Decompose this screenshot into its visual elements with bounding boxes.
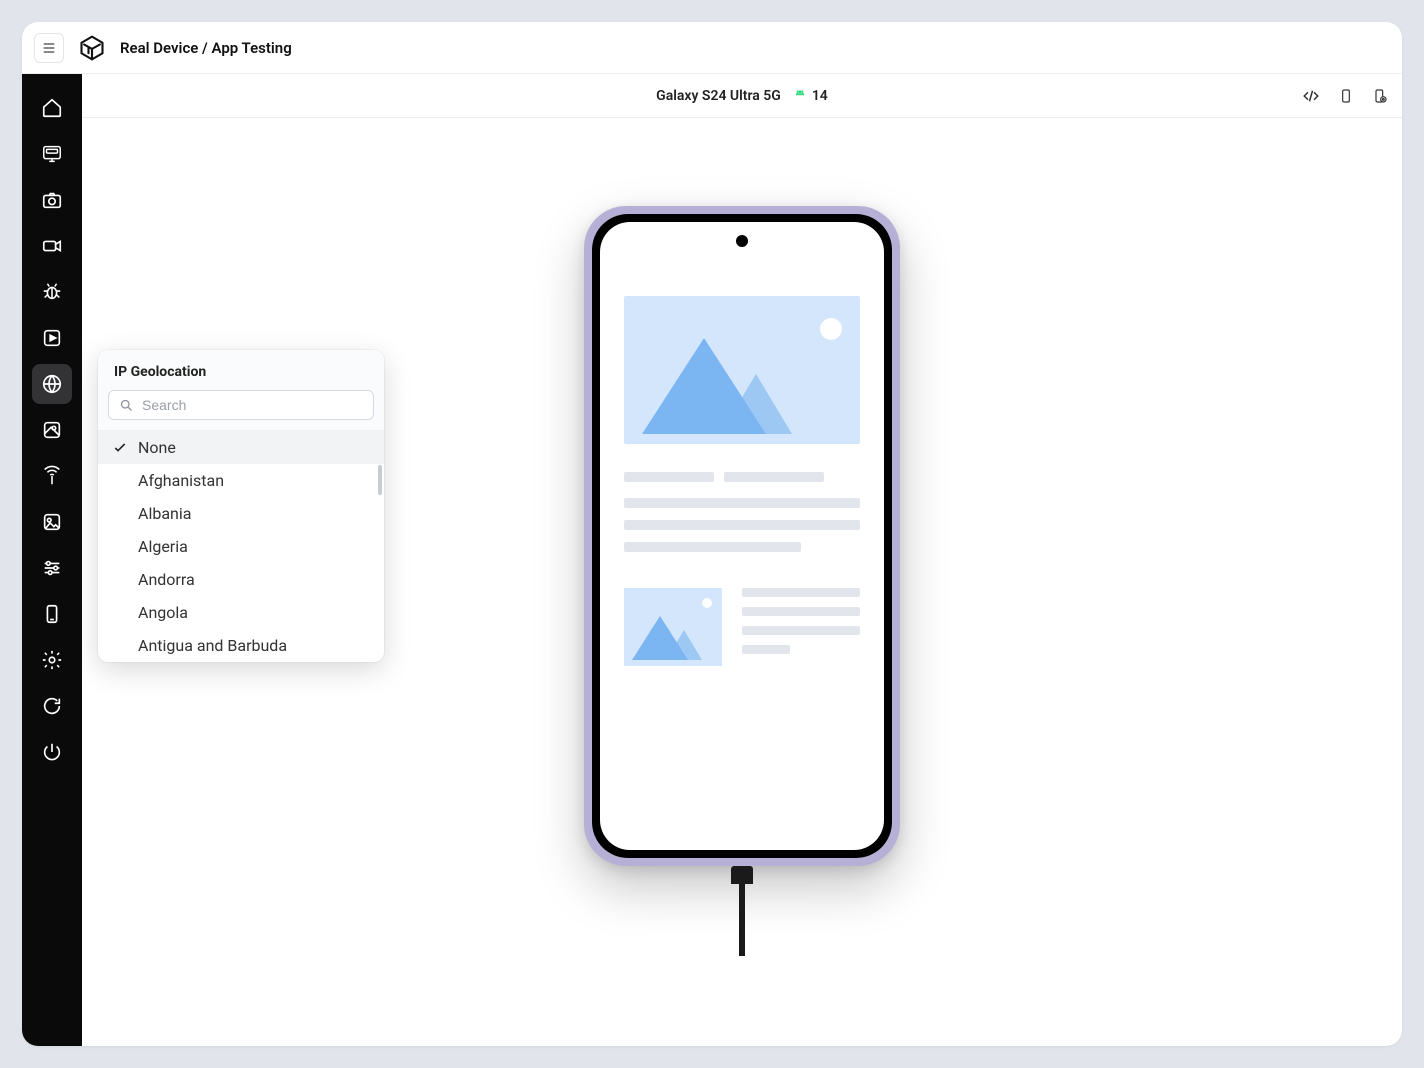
- logo-icon: [78, 34, 106, 62]
- code-icon: [1302, 87, 1320, 105]
- device-bar: Galaxy S24 Ultra 5G 14: [82, 74, 1402, 118]
- refresh-icon: [41, 695, 63, 717]
- antenna-icon: [41, 465, 63, 487]
- popup-item-none[interactable]: None: [98, 431, 384, 464]
- sidebar-item-refresh[interactable]: [32, 686, 72, 726]
- popup-item-label: None: [138, 438, 176, 457]
- popup-item-label: Afghanistan: [138, 471, 224, 490]
- search-field[interactable]: [108, 390, 374, 420]
- video-icon: [41, 235, 63, 257]
- placeholder-row: [624, 588, 860, 666]
- ip-geolocation-panel: IP Geolocation None: [98, 350, 384, 662]
- popup-list[interactable]: None Afghanistan Albania Algeria: [98, 431, 384, 662]
- popup-title: IP Geolocation: [98, 350, 384, 390]
- sidebar-item-phone[interactable]: [32, 594, 72, 634]
- power-icon: [41, 741, 63, 763]
- sidebar-item-settings[interactable]: [32, 640, 72, 680]
- popup-scrollbar[interactable]: [378, 465, 382, 495]
- device-settings-button[interactable]: [1372, 87, 1388, 105]
- sidebar-item-globe[interactable]: [32, 364, 72, 404]
- device-icon: [1338, 87, 1354, 105]
- camera-notch: [736, 235, 748, 247]
- device-mock: [584, 206, 900, 866]
- popup-item-label: Andorra: [138, 570, 195, 589]
- popup-item-albania[interactable]: Albania: [98, 497, 384, 530]
- camera-icon: [41, 189, 63, 211]
- sidebar-item-map[interactable]: [32, 410, 72, 450]
- sidebar-item-play[interactable]: [32, 318, 72, 358]
- popup-item-label: Angola: [138, 603, 188, 622]
- play-icon: [41, 327, 63, 349]
- sidebar-item-power[interactable]: [32, 732, 72, 772]
- popup-item-angola[interactable]: Angola: [98, 596, 384, 629]
- popup-item-label: Albania: [138, 504, 191, 523]
- placeholder-hero: [624, 296, 860, 444]
- globe-icon: [41, 373, 63, 395]
- popup-item-algeria[interactable]: Algeria: [98, 530, 384, 563]
- bug-icon: [41, 281, 63, 303]
- device-gear-icon: [1372, 87, 1388, 105]
- map-pin-icon: [41, 419, 63, 441]
- sidebar-item-app[interactable]: [32, 134, 72, 174]
- sidebar: [22, 74, 82, 1046]
- sidebar-item-sliders[interactable]: [32, 548, 72, 588]
- popup-item-afghanistan[interactable]: Afghanistan: [98, 464, 384, 497]
- device-screen[interactable]: [600, 222, 884, 850]
- app-icon: [41, 143, 63, 165]
- android-icon: [793, 89, 807, 103]
- gear-icon: [41, 649, 63, 671]
- popup-item-andorra[interactable]: Andorra: [98, 563, 384, 596]
- device-rotate-button[interactable]: [1338, 87, 1354, 105]
- check-icon: [112, 440, 128, 456]
- breadcrumb: Real Device / App Testing: [120, 39, 292, 57]
- home-icon: [41, 97, 63, 119]
- sidebar-item-antenna[interactable]: [32, 456, 72, 496]
- sidebar-item-image[interactable]: [32, 502, 72, 542]
- placeholder-text-block: [624, 472, 860, 552]
- usb-cable: [731, 866, 753, 956]
- device-name: Galaxy S24 Ultra 5G: [656, 88, 781, 104]
- sidebar-item-video[interactable]: [32, 226, 72, 266]
- app-window: Real Device / App Testing: [22, 22, 1402, 1046]
- topbar: Real Device / App Testing: [22, 22, 1402, 74]
- image-icon: [41, 511, 63, 533]
- sliders-icon: [41, 557, 63, 579]
- main: Galaxy S24 Ultra 5G 14: [82, 74, 1402, 1046]
- phone-icon: [41, 603, 63, 625]
- search-icon: [119, 398, 134, 413]
- sidebar-item-camera[interactable]: [32, 180, 72, 220]
- sidebar-item-home[interactable]: [32, 88, 72, 128]
- stage: IP Geolocation None: [82, 118, 1402, 1046]
- menu-button[interactable]: [34, 33, 64, 63]
- search-input[interactable]: [142, 397, 363, 413]
- logo-area: Real Device / App Testing: [78, 34, 292, 62]
- popup-item-label: Antigua and Barbuda: [138, 636, 287, 655]
- sidebar-item-bug[interactable]: [32, 272, 72, 312]
- os-version: 14: [812, 88, 828, 104]
- code-button[interactable]: [1302, 87, 1320, 105]
- popup-item-label: Algeria: [138, 537, 188, 556]
- menu-icon: [41, 40, 57, 56]
- popup-item-antigua[interactable]: Antigua and Barbuda: [98, 629, 384, 662]
